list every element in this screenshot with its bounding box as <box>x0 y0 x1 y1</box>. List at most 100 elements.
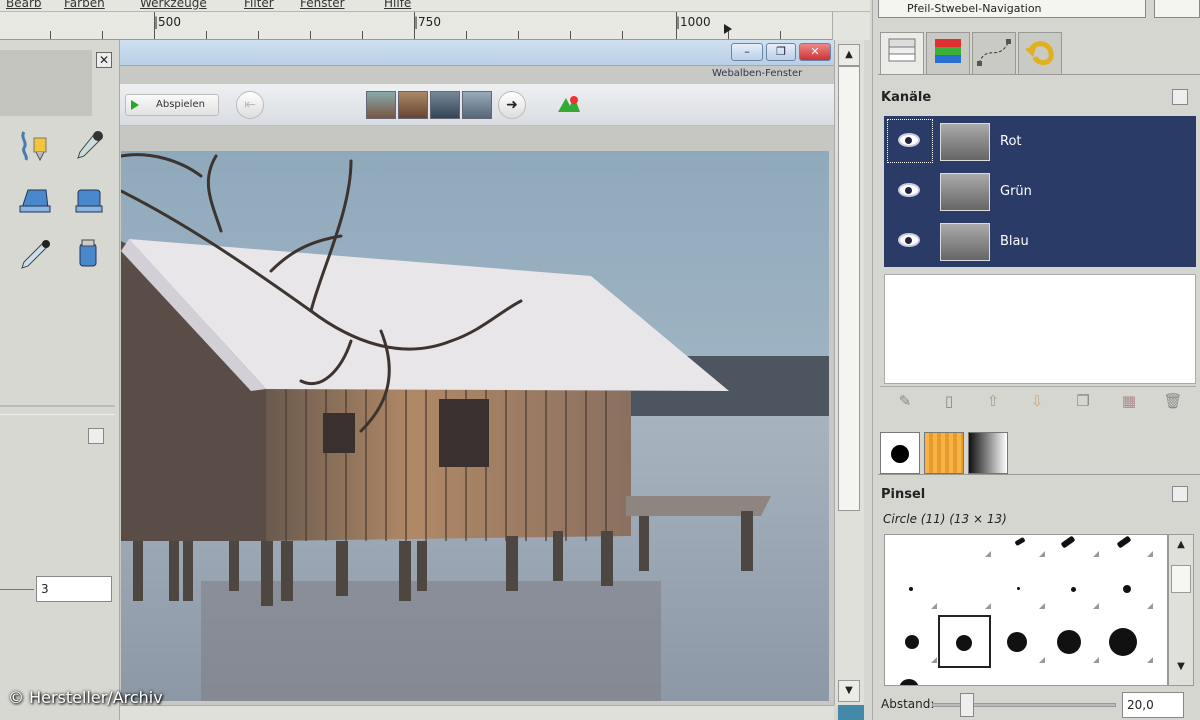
eyedropper-icon[interactable] <box>18 238 52 272</box>
scroll-thumb[interactable] <box>838 66 860 511</box>
to-selection-icon[interactable]: ▦ <box>1118 392 1140 412</box>
image-selector-dropdown[interactable] <box>1154 0 1200 18</box>
selected-brush-frame <box>938 615 991 668</box>
slider-track[interactable] <box>0 589 34 590</box>
scroll-up-icon[interactable]: ▲ <box>1171 539 1191 559</box>
brush-item[interactable] <box>1116 535 1132 549</box>
close-icon[interactable]: ✕ <box>96 52 112 68</box>
brush-item[interactable] <box>909 587 913 591</box>
brush-grid[interactable] <box>884 534 1168 686</box>
divider <box>878 74 1200 75</box>
photo-thumbnail[interactable] <box>366 91 396 119</box>
menubar: Bearb Farben Werkzeuge Filter Fenster Hi… <box>0 0 870 12</box>
tab-menu-icon[interactable] <box>88 428 104 444</box>
eye-icon[interactable] <box>898 183 920 197</box>
brush-item[interactable] <box>1060 535 1076 549</box>
photo-credit: © Hersteller/Archiv <box>8 688 163 707</box>
brush-item[interactable] <box>1014 536 1026 547</box>
back-icon[interactable]: ⇤ <box>236 91 264 119</box>
scroll-thumb[interactable] <box>1171 565 1191 593</box>
paths-icon <box>977 39 1011 66</box>
brush-item[interactable] <box>1017 587 1020 590</box>
tab-gradients[interactable] <box>968 432 1008 474</box>
lower-icon[interactable]: ⇩ <box>1026 392 1048 412</box>
zoom-corner[interactable] <box>832 12 870 40</box>
tab-paths[interactable] <box>972 32 1016 74</box>
duplicate-icon[interactable]: ❐ <box>1072 392 1094 412</box>
ruler-label: |1000 <box>676 15 711 29</box>
brush-item[interactable] <box>1071 587 1076 592</box>
new-channel-icon[interactable]: ▯ <box>938 392 960 412</box>
spacing-input[interactable]: 20,0 <box>1122 692 1184 718</box>
tab-channels[interactable] <box>926 32 970 74</box>
size-spin-input[interactable]: 3 <box>36 576 112 602</box>
divider <box>0 405 115 415</box>
channel-row-blue[interactable]: Blau <box>884 217 1196 267</box>
tab-undo-history[interactable] <box>1018 32 1062 74</box>
horizontal-ruler[interactable]: |500 |750 |1000 <box>0 12 832 40</box>
edit-icon[interactable]: ✎ <box>894 392 916 412</box>
play-icon <box>131 100 139 110</box>
brushes-title: Pinsel <box>881 487 926 502</box>
toolbox-header <box>0 50 92 116</box>
menu-item[interactable]: Farben <box>64 0 105 10</box>
navigate-icon[interactable] <box>838 705 864 720</box>
channel-thumbnail <box>940 123 990 161</box>
photo-thumbnail[interactable] <box>462 91 492 119</box>
eye-icon[interactable] <box>898 233 920 247</box>
menu-item[interactable]: Werkzeuge <box>140 0 207 10</box>
maximize-button[interactable]: ❐ <box>766 43 796 61</box>
tab-layers[interactable] <box>880 32 924 74</box>
crop-tool-icon[interactable] <box>72 184 106 218</box>
current-brush-name: Circle (11) (13 × 13) <box>883 512 1007 526</box>
brush-item[interactable] <box>899 679 919 685</box>
spacing-slider-handle[interactable] <box>960 693 974 717</box>
path-tool-icon[interactable] <box>18 128 52 162</box>
divider <box>878 474 1200 475</box>
browser-titlebar <box>120 40 834 66</box>
menu-item[interactable]: Filter <box>244 0 274 10</box>
layers-icon <box>888 38 916 62</box>
delete-icon[interactable]: 🗑 <box>1162 392 1184 412</box>
ink-tool-icon[interactable] <box>72 238 106 272</box>
brush-item[interactable] <box>1123 585 1131 593</box>
channel-label: Rot <box>1000 134 1022 149</box>
channel-thumbnail <box>940 223 990 261</box>
spacing-label: Abstand: <box>881 697 935 711</box>
menu-item[interactable]: Hilfe <box>384 0 411 10</box>
minimize-button[interactable]: – <box>731 43 763 61</box>
scroll-down-icon[interactable]: ▼ <box>838 680 860 702</box>
channel-label: Grün <box>1000 184 1032 199</box>
tab-menu-icon[interactable] <box>1172 89 1188 105</box>
brush-item[interactable] <box>1007 632 1027 652</box>
color-picker-icon[interactable] <box>72 128 106 162</box>
undo-icon <box>1025 41 1054 65</box>
scroll-up-icon[interactable]: ▲ <box>838 44 860 66</box>
channel-row-green[interactable]: Grün <box>884 167 1196 217</box>
next-arrow-icon[interactable]: ➜ <box>498 91 526 119</box>
photo-thumbnail[interactable] <box>430 91 460 119</box>
horizontal-scrollbar[interactable] <box>120 705 834 720</box>
brush-icon <box>891 445 909 463</box>
play-button[interactable]: Abspielen <box>125 94 219 116</box>
channel-label: Blau <box>1000 234 1029 249</box>
channels-title: Kanäle <box>881 90 932 105</box>
webalben-link[interactable]: Webalben-Fenster <box>712 68 802 79</box>
photo-thumbnail[interactable] <box>398 91 428 119</box>
image-selector[interactable]: Pfeil-Stwebel-Navigation <box>878 0 1146 18</box>
tab-brushes[interactable] <box>880 432 920 474</box>
close-button[interactable]: ✕ <box>799 43 831 61</box>
brush-item[interactable] <box>1057 630 1081 654</box>
perspective-tool-icon[interactable] <box>18 184 52 218</box>
scroll-down-icon[interactable]: ▼ <box>1171 661 1191 681</box>
tab-menu-icon[interactable] <box>1172 486 1188 502</box>
brush-item[interactable] <box>905 635 919 649</box>
brush-item[interactable] <box>1109 628 1137 656</box>
brush-scrollbar[interactable]: ▲ ▼ <box>1168 534 1194 686</box>
menu-item[interactable]: Bearb <box>6 0 42 10</box>
focus-outline <box>887 119 933 163</box>
tab-patterns[interactable] <box>924 432 964 474</box>
menu-item[interactable]: Fenster <box>300 0 345 10</box>
raise-icon[interactable]: ⇧ <box>982 392 1004 412</box>
share-icon[interactable] <box>556 92 582 116</box>
